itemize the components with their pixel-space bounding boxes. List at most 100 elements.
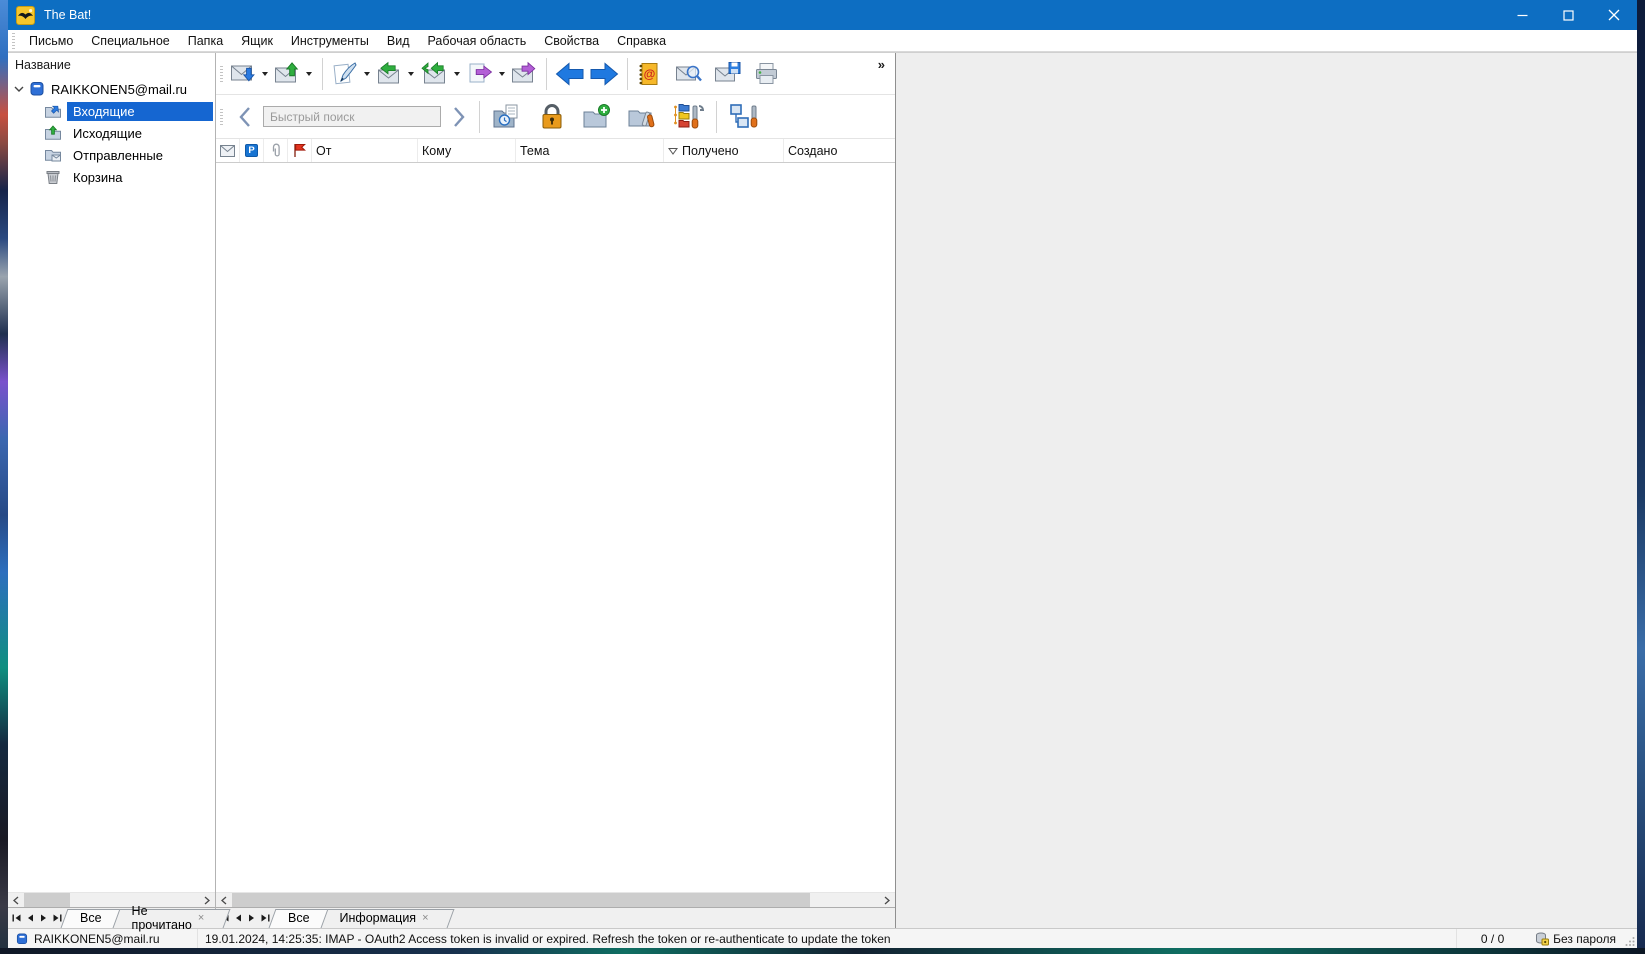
folder-item-inbox[interactable]: Входящие xyxy=(8,100,215,122)
menu-workspace[interactable]: Рабочая область xyxy=(419,31,536,51)
redirect-button[interactable] xyxy=(510,59,539,89)
list-horizontal-scrollbar[interactable] xyxy=(216,892,895,907)
search-next-button[interactable] xyxy=(450,102,468,132)
envelope-icon xyxy=(220,145,235,157)
folder-item-trash[interactable]: Корзина xyxy=(8,166,215,188)
password-lock-button[interactable] xyxy=(538,101,566,133)
scroll-left-arrow-icon[interactable] xyxy=(8,893,24,907)
dropdown-caret-icon[interactable] xyxy=(306,72,312,76)
column-attachment[interactable] xyxy=(264,139,288,162)
toolbar-separator xyxy=(627,58,628,90)
new-message-button[interactable] xyxy=(330,59,360,89)
chevron-left-icon xyxy=(237,104,253,130)
reply-button[interactable] xyxy=(375,59,404,89)
search-previous-button[interactable] xyxy=(236,102,254,132)
scrollbar-thumb[interactable] xyxy=(232,893,810,907)
print-button[interactable] xyxy=(752,59,781,89)
scrollbar-track[interactable] xyxy=(810,893,879,907)
statusbar-message-counter: 0 / 0 xyxy=(1456,929,1528,948)
mailbox-status-icon xyxy=(15,932,29,946)
folder-item-outbox[interactable]: Исходящие xyxy=(8,122,215,144)
next-tab-button[interactable] xyxy=(40,914,47,922)
last-tab-button[interactable] xyxy=(53,914,62,922)
envelope-green-left-arrow-icon xyxy=(376,61,403,87)
mailbox-account-icon xyxy=(28,81,46,97)
check-mail-button[interactable] xyxy=(229,59,258,89)
folder-view-button[interactable] xyxy=(491,101,523,133)
menubar-grip-handle[interactable] xyxy=(12,33,15,49)
toolbar-grip-handle[interactable] xyxy=(220,109,223,125)
close-button[interactable] xyxy=(1591,0,1637,30)
dropdown-caret-icon[interactable] xyxy=(454,72,460,76)
scroll-left-arrow-icon[interactable] xyxy=(216,893,232,907)
menu-help[interactable]: Справка xyxy=(608,31,675,51)
account-row[interactable]: RAIKKONEN5@mail.ru xyxy=(8,78,215,100)
tab-close-icon[interactable]: × xyxy=(198,912,204,924)
tab-close-icon[interactable]: × xyxy=(422,912,428,924)
forward-button[interactable] xyxy=(465,59,495,89)
database-lock-icon xyxy=(1535,932,1549,946)
search-messages-button[interactable] xyxy=(674,59,704,89)
menu-tools[interactable]: Инструменты xyxy=(282,31,378,51)
window-resize-grip[interactable] xyxy=(1623,929,1637,948)
menu-letter[interactable]: Письмо xyxy=(20,31,82,51)
menu-mailbox[interactable]: Ящик xyxy=(232,31,282,51)
address-book-button[interactable]: @ xyxy=(635,59,663,89)
column-to[interactable]: Кому xyxy=(418,139,516,162)
menu-folder[interactable]: Папка xyxy=(179,31,232,51)
next-message-button[interactable] xyxy=(588,60,620,88)
save-message-button[interactable] xyxy=(713,59,743,89)
menu-properties[interactable]: Свойства xyxy=(535,31,608,51)
address-book-icon: @ xyxy=(636,61,662,87)
scrollbar-thumb[interactable] xyxy=(24,893,70,907)
scroll-right-arrow-icon[interactable] xyxy=(879,893,895,907)
tab-all-folders[interactable]: Все xyxy=(68,908,120,928)
toolbar-overflow-chevron[interactable]: » xyxy=(878,53,891,72)
column-from[interactable]: От xyxy=(312,139,418,162)
first-tab-button[interactable] xyxy=(12,914,21,922)
dropdown-caret-icon[interactable] xyxy=(364,72,370,76)
menu-special[interactable]: Специальное xyxy=(82,31,178,51)
last-tab-button[interactable] xyxy=(261,914,270,922)
new-folder-button[interactable] xyxy=(581,101,613,133)
network-settings-button[interactable] xyxy=(728,100,762,134)
account-name: RAIKKONEN5@mail.ru xyxy=(51,82,187,97)
statusbar-password-status[interactable]: Без пароля xyxy=(1528,929,1623,948)
folder-maintenance-button[interactable] xyxy=(626,101,658,133)
toolbar-grip-handle[interactable] xyxy=(220,66,223,82)
dropdown-caret-icon[interactable] xyxy=(408,72,414,76)
minimize-button[interactable] xyxy=(1499,0,1545,30)
tab-all-messages[interactable]: Все xyxy=(276,908,328,928)
column-created[interactable]: Создано xyxy=(784,139,895,162)
folder-label: Исходящие xyxy=(67,124,148,143)
colored-folders-wrench-icon xyxy=(672,102,704,132)
dropdown-caret-icon[interactable] xyxy=(262,72,268,76)
send-mail-button[interactable] xyxy=(273,59,302,89)
printer-icon xyxy=(753,61,780,87)
maximize-button[interactable] xyxy=(1545,0,1591,30)
column-priority[interactable]: P xyxy=(240,139,264,162)
tab-unread[interactable]: Не прочитано × xyxy=(120,908,223,928)
previous-message-button[interactable] xyxy=(554,60,586,88)
menu-view[interactable]: Вид xyxy=(378,31,419,51)
prev-tab-button[interactable] xyxy=(235,914,242,922)
reply-all-button[interactable] xyxy=(419,59,450,89)
column-subject[interactable]: Тема xyxy=(516,139,664,162)
tree-column-header[interactable]: Название xyxy=(8,53,215,76)
quick-search-input[interactable] xyxy=(263,106,441,127)
folder-green-plus-icon xyxy=(582,103,612,131)
message-list-column-headers: P От Кому Тема xyxy=(216,139,895,163)
column-flag[interactable] xyxy=(288,139,312,162)
folder-item-sent[interactable]: Отправленные xyxy=(8,144,215,166)
prev-tab-button[interactable] xyxy=(27,914,34,922)
sorting-office-button[interactable] xyxy=(671,100,705,134)
dropdown-caret-icon[interactable] xyxy=(499,72,505,76)
scroll-right-arrow-icon[interactable] xyxy=(199,893,215,907)
message-preview-pane[interactable] xyxy=(895,53,1637,928)
tab-information[interactable]: Информация × xyxy=(328,908,447,928)
message-list-empty-area[interactable] xyxy=(216,163,895,892)
column-received[interactable]: Получено xyxy=(664,139,784,162)
expand-chevron-icon[interactable] xyxy=(14,85,28,93)
next-tab-button[interactable] xyxy=(248,914,255,922)
column-envelope[interactable] xyxy=(216,139,240,162)
